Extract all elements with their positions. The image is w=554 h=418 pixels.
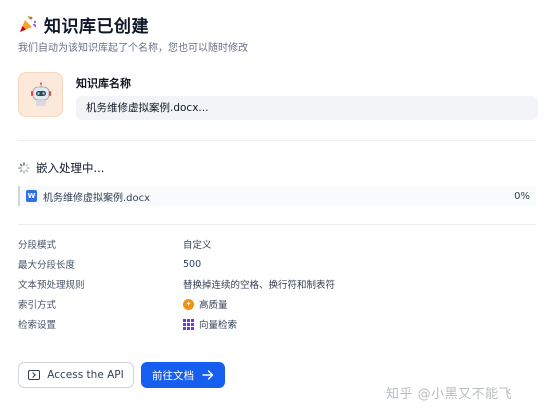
setting-label: 检索设置 (18, 320, 57, 331)
access-api-button[interactable]: Access the API (18, 362, 134, 388)
setting-label: 文本预处理规则 (18, 280, 85, 291)
setting-row-segment-mode: 分段模式 自定义 (18, 234, 538, 254)
kb-name-input[interactable]: 机务维修虚拟案例.docx... (76, 96, 538, 120)
settings-summary: 分段模式 自定义 最大分段长度 500 文本预处理规则 替换掉连续的空格、换行符… (18, 234, 538, 334)
setting-value: 替换掉连续的空格、换行符和制表符 (183, 280, 336, 291)
file-progress-row: W 机务维修虚拟案例.docx 0% (18, 186, 536, 206)
setting-label: 分段模式 (18, 240, 57, 251)
robot-avatar (18, 72, 63, 117)
setting-row-max-length: 最大分段长度 500 (18, 254, 538, 274)
quality-icon: ✦ (183, 298, 194, 310)
go-to-docs-label: 前往文档 (152, 369, 194, 382)
robot-icon (30, 82, 51, 106)
file-name: 机务维修虚拟案例.docx (43, 192, 151, 204)
terminal-icon (28, 370, 41, 380)
setting-value: 向量检索 (199, 320, 238, 331)
word-doc-icon: W (26, 190, 37, 202)
setting-value: 高质量 (199, 300, 228, 311)
setting-row-index-mode: 索引方式 ✦ 高质量 (18, 294, 538, 314)
arrow-right-icon (202, 370, 214, 380)
loading-spinner-icon (18, 162, 30, 174)
party-popper-icon (20, 15, 37, 32)
setting-value-wrap: ✦ 高质量 (183, 297, 228, 311)
page-subtitle: 我们自动为该知识库起了个名称，您也可以随时修改 (18, 43, 248, 54)
embedding-status: 嵌入处理中... (18, 160, 104, 176)
divider (18, 224, 536, 225)
setting-label: 最大分段长度 (18, 260, 76, 271)
knowledge-base-block: 知识库名称 机务维修虚拟案例.docx... (18, 72, 538, 122)
title-row: 知识库已创建 (18, 12, 248, 37)
file-progress: 0% (514, 190, 530, 202)
watermark: 知乎 @小黑又不能飞 (386, 387, 513, 402)
access-api-label: Access the API (47, 369, 124, 381)
setting-value-wrap: 向量检索 (183, 317, 237, 331)
kb-name-label: 知识库名称 (76, 77, 131, 90)
setting-value: 500 (183, 258, 202, 270)
grid-icon (183, 318, 194, 330)
setting-row-preprocess: 文本预处理规则 替换掉连续的空格、换行符和制表符 (18, 274, 538, 294)
setting-value: 自定义 (183, 240, 212, 251)
embedding-title: 嵌入处理中... (36, 161, 105, 175)
setting-label: 索引方式 (18, 300, 57, 311)
divider (18, 140, 536, 141)
page-title: 知识库已创建 (44, 16, 149, 37)
setting-row-retrieval: 检索设置 向量检索 (18, 314, 538, 334)
go-to-docs-button[interactable]: 前往文档 (141, 362, 225, 388)
header: 知识库已创建 我们自动为该知识库起了个名称，您也可以随时修改 (18, 12, 248, 54)
